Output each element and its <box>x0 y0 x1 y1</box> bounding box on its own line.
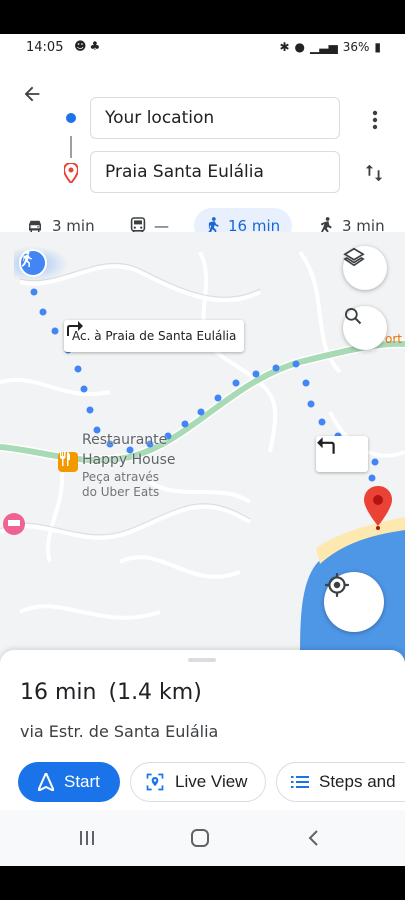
start-label: Start <box>64 772 100 791</box>
signal-icon: ▁▃▅ <box>310 40 338 54</box>
home-button[interactable] <box>185 824 215 852</box>
route-duration: 16 min (1.4 km) <box>20 680 202 705</box>
back-arrow-icon <box>24 86 40 102</box>
origin-field[interactable]: Your location <box>90 97 340 139</box>
notification-icons: ☻♣ <box>74 39 104 53</box>
steps-label: Steps and <box>319 772 396 791</box>
turn-left-callout[interactable] <box>316 436 368 472</box>
start-button[interactable]: Start <box>18 762 120 802</box>
recents-icon <box>80 831 94 845</box>
drag-handle[interactable] <box>188 658 216 662</box>
restaurant-sub-line2: do Uber Eats <box>82 485 160 499</box>
status-time: 14:05 <box>26 40 64 55</box>
more-options-button[interactable] <box>363 108 387 132</box>
map-view[interactable]: Ac. à Praia de Santa Eulália Restaurante… <box>0 232 405 662</box>
duration-distance: (1.4 km) <box>108 680 202 705</box>
status-bar: 14:05 ☻♣ ✱ ● ▁▃▅ 36% ▮ <box>0 34 405 60</box>
layers-button[interactable] <box>343 246 387 290</box>
turn-instruction-text: Ac. à Praia de Santa Eulália <box>72 329 237 343</box>
my-location-icon <box>325 573 349 597</box>
steps-button[interactable]: Steps and <box>276 762 405 802</box>
back-chevron-icon <box>308 830 318 846</box>
search-along-route-button[interactable] <box>343 306 387 350</box>
back-button[interactable] <box>16 78 48 110</box>
location-icon: ● <box>294 40 306 54</box>
search-icon <box>345 308 362 325</box>
live-view-label: Live View <box>175 772 248 791</box>
bluetooth-icon: ✱ <box>279 40 290 54</box>
live-view-button[interactable]: Live View <box>130 762 266 802</box>
walker-icon <box>19 249 47 277</box>
live-view-icon <box>146 773 164 791</box>
restaurant-name-line2: Happy House <box>82 452 176 468</box>
phone-screen: 14:05 ☻♣ ✱ ● ▁▃▅ 36% ▮ Your location Pra… <box>0 34 405 866</box>
swap-button[interactable] <box>361 160 387 186</box>
restaurant-icon[interactable] <box>58 452 78 472</box>
restaurant-subtitle: Peça através do Uber Eats <box>82 470 159 500</box>
turn-right-icon <box>67 321 83 336</box>
origin-dot-icon <box>66 113 76 123</box>
list-icon <box>291 776 309 788</box>
road-label: ort <box>385 332 402 346</box>
recent-apps-button[interactable] <box>72 824 102 852</box>
restaurant-label[interactable]: Restaurante Happy House <box>82 430 176 470</box>
back-nav-button[interactable] <box>298 824 328 852</box>
swap-icon <box>365 164 383 182</box>
system-icons: ✱ ● ▁▃▅ 36% ▮ <box>279 40 381 54</box>
origin-walker-marker <box>14 246 68 282</box>
navigation-arrow-icon <box>38 773 54 791</box>
battery-percent: 36% <box>342 40 370 54</box>
restaurant-sub-line1: Peça através <box>82 470 160 484</box>
system-navigation-bar <box>0 810 405 866</box>
directions-header: Your location Praia Santa Eulália 3 min … <box>0 60 405 258</box>
home-icon <box>191 829 209 847</box>
route-summary-sheet: 16 min (1.4 km) via Estr. de Santa Eulál… <box>0 650 405 810</box>
turn-instruction-callout[interactable]: Ac. à Praia de Santa Eulália <box>64 320 245 352</box>
duration-time: 16 min <box>20 680 97 705</box>
destination-pin-icon <box>62 161 80 188</box>
battery-icon: ▮ <box>374 40 381 54</box>
turn-left-icon <box>317 437 335 454</box>
layers-icon <box>343 247 365 267</box>
destination-marker-icon[interactable] <box>364 486 392 530</box>
more-vert-icon <box>372 110 378 130</box>
route-via: via Estr. de Santa Eulália <box>20 722 219 741</box>
destination-field[interactable]: Praia Santa Eulália <box>90 151 340 193</box>
restaurant-name-line1: Restaurante <box>82 432 168 448</box>
route-connector <box>70 136 72 158</box>
my-location-button[interactable] <box>324 572 384 632</box>
